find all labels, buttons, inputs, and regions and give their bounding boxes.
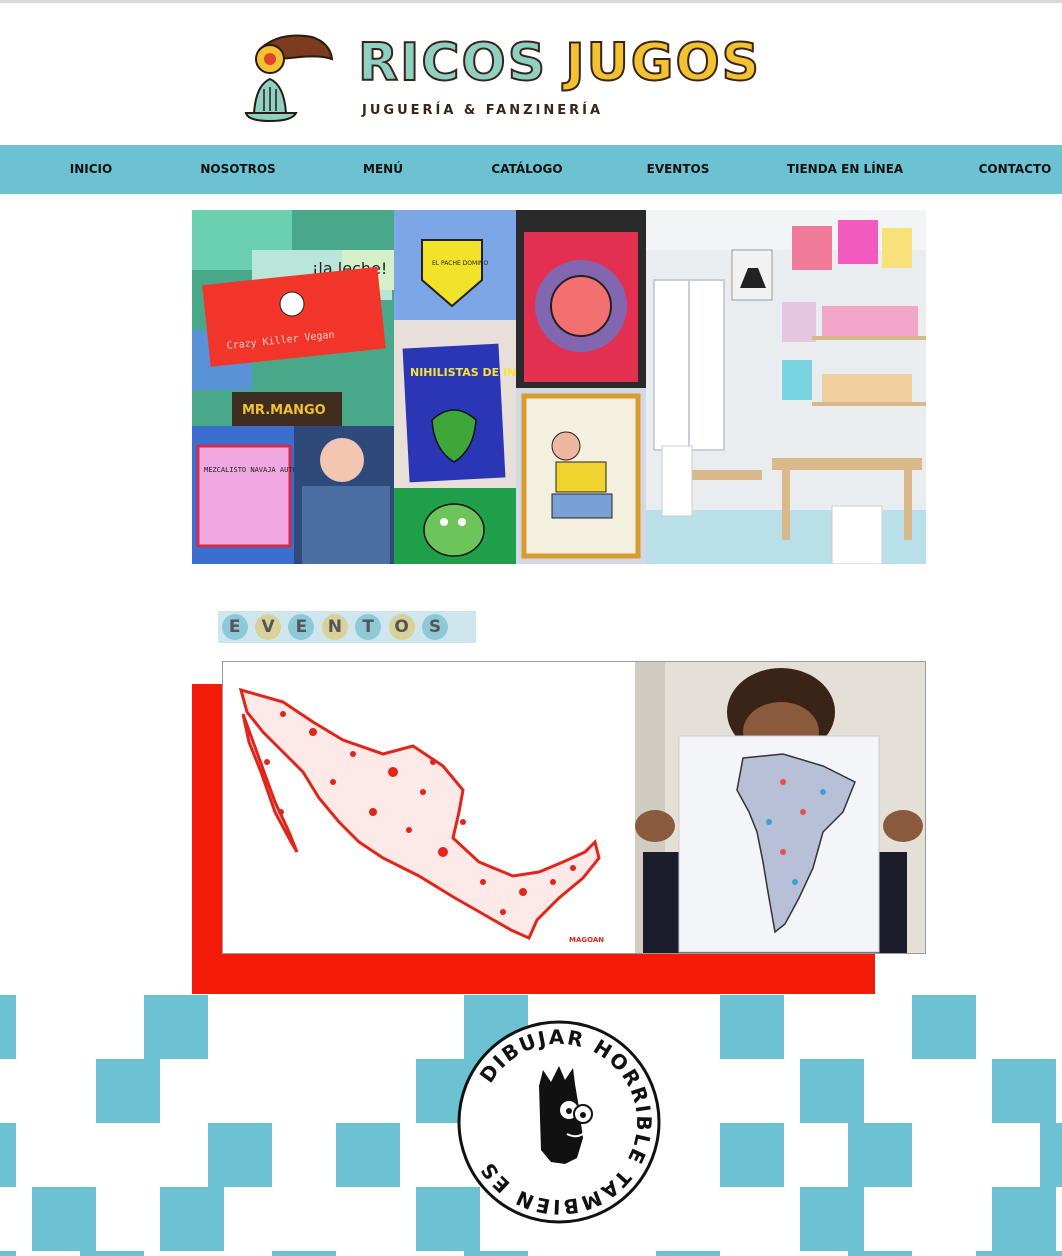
eventos-letter: E	[288, 614, 315, 640]
dibujar-horrible-stamp[interactable]: DIBUJAR HORRIBLE TAMBIEN ES	[455, 1018, 663, 1226]
hero-collage: ¡la leche! Crazy Killer Vegan MR.MANGO M…	[192, 210, 926, 564]
pattern-tile	[464, 1251, 528, 1256]
pattern-tile	[32, 1187, 96, 1251]
nav-item-menu[interactable]: MENÚ	[363, 145, 403, 194]
hero-collage-image: ¡la leche! Crazy Killer Vegan MR.MANGO M…	[192, 210, 926, 564]
pattern-tile	[720, 1123, 784, 1187]
heart-zine-text: EL PACHE DOMINO	[432, 260, 488, 267]
nav-item-nosotros[interactable]: NOSOTROS	[200, 145, 275, 194]
eventos-letter: O	[388, 614, 415, 640]
pattern-tile	[992, 1059, 1056, 1123]
nav-item-contacto[interactable]: CONTACTO	[979, 145, 1052, 194]
eventos-letter: V	[255, 614, 282, 640]
pattern-tile	[800, 1187, 864, 1251]
brand-name-part-1: RICOS	[357, 33, 548, 93]
event-image: MAGOAN	[223, 662, 925, 953]
pattern-tile	[96, 1059, 160, 1123]
pattern-tile	[800, 1059, 864, 1123]
brand-name[interactable]: RICOS JUGOS	[357, 36, 761, 90]
brand-tagline: JUGUERÍA & FANZINERÍA	[362, 103, 604, 118]
pattern-tile	[656, 1251, 720, 1256]
pattern-tile	[0, 1251, 16, 1256]
pattern-tile	[976, 1251, 1040, 1256]
pattern-tile	[0, 995, 16, 1059]
eventos-letter: E	[221, 614, 248, 640]
event-card[interactable]: MAGOAN	[222, 661, 926, 954]
pattern-tile	[336, 1123, 400, 1187]
pattern-tile	[272, 1251, 336, 1256]
nav-item-eventos[interactable]: EVENTOS	[647, 145, 710, 194]
pattern-tile	[80, 1251, 144, 1256]
pattern-tile	[208, 1123, 272, 1187]
pattern-tile	[144, 995, 208, 1059]
pattern-tile	[992, 1187, 1056, 1251]
pattern-tile	[720, 995, 784, 1059]
pattern-tile	[1040, 1251, 1062, 1256]
nav-item-tienda[interactable]: TIENDA EN LÍNEA	[787, 145, 903, 194]
artist-signature: MAGOAN	[569, 936, 604, 944]
nav-item-inicio[interactable]: INICIO	[70, 145, 112, 194]
pattern-tile	[848, 1251, 912, 1256]
pattern-tile	[912, 995, 976, 1059]
eventos-letter: N	[321, 614, 348, 640]
pattern-tile	[160, 1187, 224, 1251]
mango-zine-text: MR.MANGO	[242, 403, 326, 418]
brand-name-part-2: JUGOS	[564, 33, 762, 93]
pattern-tile	[848, 1123, 912, 1187]
eventos-letter: T	[355, 614, 382, 640]
eventos-letter: S	[421, 614, 448, 640]
pattern-tile	[1040, 1123, 1062, 1187]
nav-item-catalogo[interactable]: CATÁLOGO	[491, 145, 562, 194]
pattern-tile	[0, 1123, 16, 1187]
juicer-hand-icon[interactable]	[240, 29, 340, 123]
site-header: RICOS JUGOS JUGUERÍA & FANZINERÍA	[0, 3, 1062, 145]
eventos-title: E V E N T O S	[218, 611, 452, 643]
main-nav: INICIO NOSOTROS MENÚ CATÁLOGO EVENTOS TI…	[0, 145, 1062, 194]
